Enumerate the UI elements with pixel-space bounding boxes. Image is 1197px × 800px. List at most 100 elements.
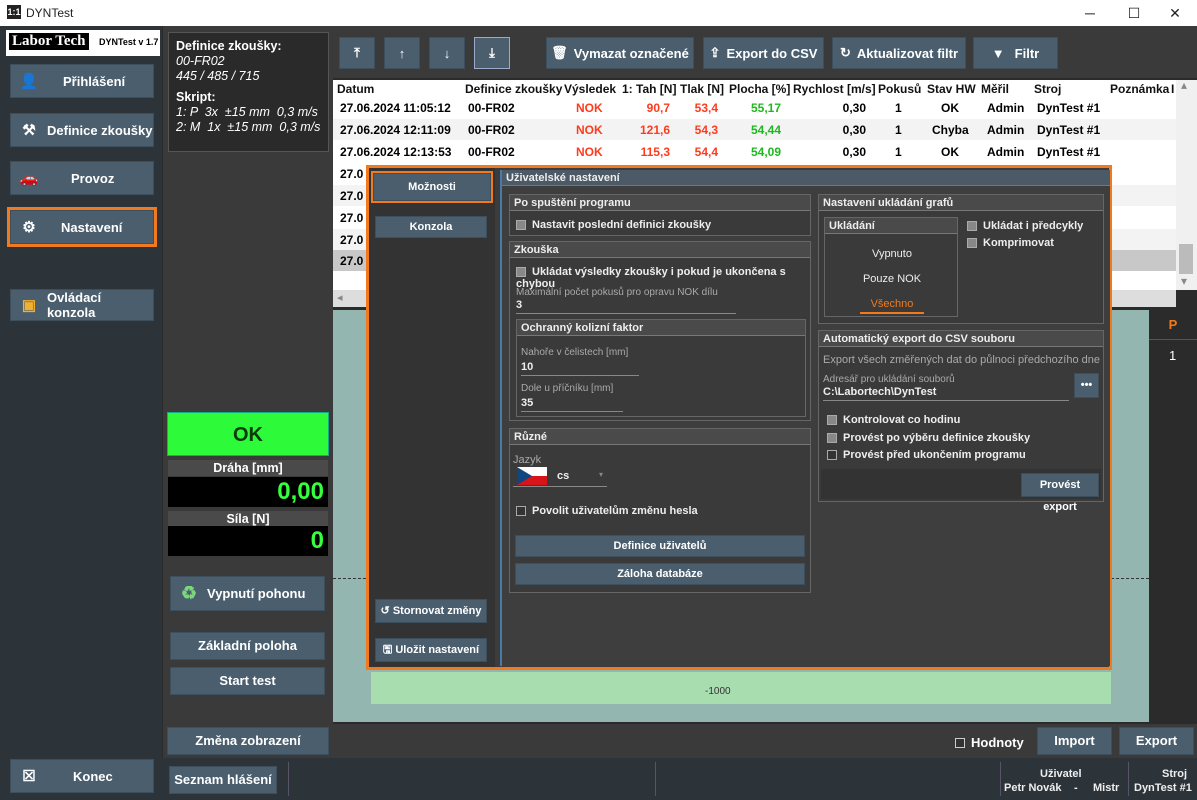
option-all[interactable]: Všechno (860, 298, 924, 314)
app-icon: 1:1 (7, 5, 21, 19)
allow-password-change-checkbox[interactable]: Povolit uživatelům změnu hesla (516, 505, 698, 517)
option-nok-only[interactable]: Pouze NOK (825, 273, 959, 285)
start-test-button[interactable]: Start test (170, 667, 325, 695)
define-users-button[interactable]: Definice uživatelů (515, 535, 805, 557)
gear-icon: ⚙ (22, 219, 36, 236)
before-exit-checkbox[interactable]: Provést před ukončením programu (827, 449, 1026, 461)
saving-mode-panel: Ukládání Vypnuto Pouze NOK Všechno (824, 217, 958, 317)
message-log-button[interactable]: Seznam hlášení (169, 766, 277, 794)
col-speed[interactable]: Rychlost [m/s] (793, 82, 876, 96)
table-row[interactable]: 27.06.2024 12:13:53 00-FR02 NOK 115,3 54… (333, 141, 1176, 162)
drive-off-button[interactable]: ♻ Vypnutí pohonu (170, 576, 325, 611)
compress-checkbox[interactable]: Komprimovat (967, 237, 1054, 249)
side-column: P 1 (1149, 310, 1197, 722)
settings-tabs: Možnosti Konzola ↺ Stornovat změny 🖫 Ulo… (369, 168, 495, 667)
after-definition-checkbox[interactable]: Provést po výběru definice zkoušky (827, 432, 1030, 444)
settings-content: Uživatelské nastavení Po spuštění progra… (500, 170, 1110, 666)
browse-button[interactable]: ••• (1074, 373, 1099, 398)
directory-label: Adresář pro ukládání souborů (823, 374, 955, 385)
refresh-filter-button[interactable]: ↻ Aktualizovat filtr (832, 37, 966, 69)
max-attempts-input[interactable]: 3 (516, 299, 736, 314)
title-bar: 1:1 DYNTest ─ ☐ ✕ (0, 0, 1197, 26)
minimize-icon[interactable]: ─ (1075, 3, 1105, 23)
definition-summary: Definice zkoušky: 00-FR02 445 / 485 / 71… (168, 32, 329, 152)
database-backup-button[interactable]: Záloha databáze (515, 563, 805, 585)
brand-logo: Labor Tech DYNTest v 1.7 (6, 30, 160, 56)
terminal-icon: ▣ (21, 297, 37, 314)
table-row[interactable]: 27.06.2024 11:05:12 00-FR02 NOK 90,7 53,… (333, 97, 1176, 118)
tab-options[interactable]: Možnosti (371, 171, 493, 203)
delete-selected-button[interactable]: 🗑 Vymazat označené (546, 37, 694, 69)
close-icon[interactable]: ✕ (1160, 3, 1190, 23)
hourly-check-checkbox[interactable]: Kontrolovat co hodinu (827, 414, 960, 426)
table-row[interactable]: 27.06.2024 12:11:09 00-FR02 NOK 121,6 54… (333, 119, 1176, 140)
run-export-button[interactable]: Provést export (1021, 473, 1099, 513)
home-position-button[interactable]: Základní poloha (170, 632, 325, 660)
distance-value: 0,00 (168, 477, 328, 507)
col-measured[interactable]: Měřil (981, 82, 1009, 96)
col-definition[interactable]: Definice zkoušky (465, 82, 562, 96)
maximize-icon[interactable]: ☐ (1119, 3, 1149, 23)
language-select[interactable]: cs ▾ (513, 465, 607, 487)
change-view-button[interactable]: Změna zobrazení (167, 727, 329, 755)
import-button[interactable]: Import (1037, 727, 1112, 755)
user-label: Uživatel (1040, 768, 1082, 780)
definition-button[interactable]: ⚒ Definice zkoušky (10, 113, 154, 147)
console-button[interactable]: ▣ Ovládací konzola (10, 289, 154, 321)
settings-button[interactable]: ⚙ Nastavení (7, 207, 157, 247)
down-icon[interactable]: ↓ (429, 37, 465, 69)
col-date[interactable]: Datum (337, 82, 374, 96)
user-icon: 👤 (19, 73, 39, 90)
save-settings-button[interactable]: 🖫 Uložit nastavení (375, 638, 487, 662)
export-button[interactable]: Export (1119, 727, 1194, 755)
login-button[interactable]: 👤 Přihlášení (10, 64, 154, 98)
test-title: Zkouška (510, 242, 810, 258)
up-icon[interactable]: ↑ (384, 37, 420, 69)
revert-changes-button[interactable]: ↺ Stornovat změny (375, 599, 487, 623)
divider (288, 762, 289, 796)
user-separator: - (1074, 782, 1078, 794)
top-input[interactable]: 10 (521, 361, 639, 376)
misc-title: Různé (510, 429, 810, 445)
graph-saving-panel: Nastavení ukládání grafů Ukládání Vypnut… (818, 194, 1104, 324)
scroll-up-icon[interactable]: ▴ (1181, 78, 1187, 92)
col-note[interactable]: Poznámka (1110, 82, 1169, 96)
trash-icon: 🗑 (551, 45, 568, 60)
col-attempts[interactable]: Pokusů (878, 82, 921, 96)
precycles-checkbox[interactable]: Ukládat i předcykly (967, 220, 1083, 232)
col-extra[interactable]: I (1171, 82, 1174, 96)
hammer-icon: ⚒ (22, 122, 36, 139)
col-pressure[interactable]: Tlak [N] (680, 82, 724, 96)
bottom-input[interactable]: 35 (521, 397, 623, 412)
refresh-icon: ↻ (839, 45, 851, 60)
directory-input[interactable]: C:\Labortech\DynTest (823, 386, 1069, 401)
col-tension[interactable]: 1: Tah [N] (622, 82, 676, 96)
col-machine[interactable]: Stroj (1034, 82, 1061, 96)
collision-panel: Ochranný kolizní faktor Nahoře v čeliste… (516, 319, 806, 417)
first-icon[interactable]: ⤒ (339, 37, 375, 69)
car-icon: 🚗 (19, 170, 39, 187)
col-result[interactable]: Výsledek (564, 82, 616, 96)
vertical-scrollbar[interactable]: ▴ ▾ (1176, 78, 1197, 290)
window-title: DYNTest (26, 6, 74, 20)
settings-title: Uživatelské nastavení (502, 170, 1110, 186)
scroll-down-icon[interactable]: ▾ (1181, 274, 1187, 288)
export-csv-button[interactable]: ⇪ Export do CSV (703, 37, 824, 69)
operation-button[interactable]: 🚗 Provoz (10, 161, 154, 195)
scroll-thumb[interactable] (1179, 244, 1193, 274)
exit-button[interactable]: ☒ Konec (10, 759, 154, 793)
startup-panel: Po spuštění programu Nastavit poslední d… (509, 194, 811, 236)
col-hw[interactable]: Stav HW (927, 82, 976, 96)
divider (1128, 762, 1129, 796)
set-last-definition-checkbox[interactable]: Nastavit poslední definici zkoušky (516, 219, 711, 231)
scroll-left-icon[interactable]: ◂ (337, 291, 343, 304)
option-off[interactable]: Vypnuto (825, 248, 959, 260)
col-area[interactable]: Plocha [%] (729, 82, 790, 96)
values-checkbox[interactable]: Hodnoty (955, 735, 1024, 750)
divider (655, 762, 656, 796)
filter-button[interactable]: ▼ Filtr (973, 37, 1058, 69)
language-value: cs (557, 470, 570, 482)
last-icon[interactable]: ⤓ (474, 37, 510, 69)
tab-console[interactable]: Konzola (375, 216, 487, 238)
status-bar: Seznam hlášení Uživatel Petr Novák - Mis… (162, 758, 1197, 800)
